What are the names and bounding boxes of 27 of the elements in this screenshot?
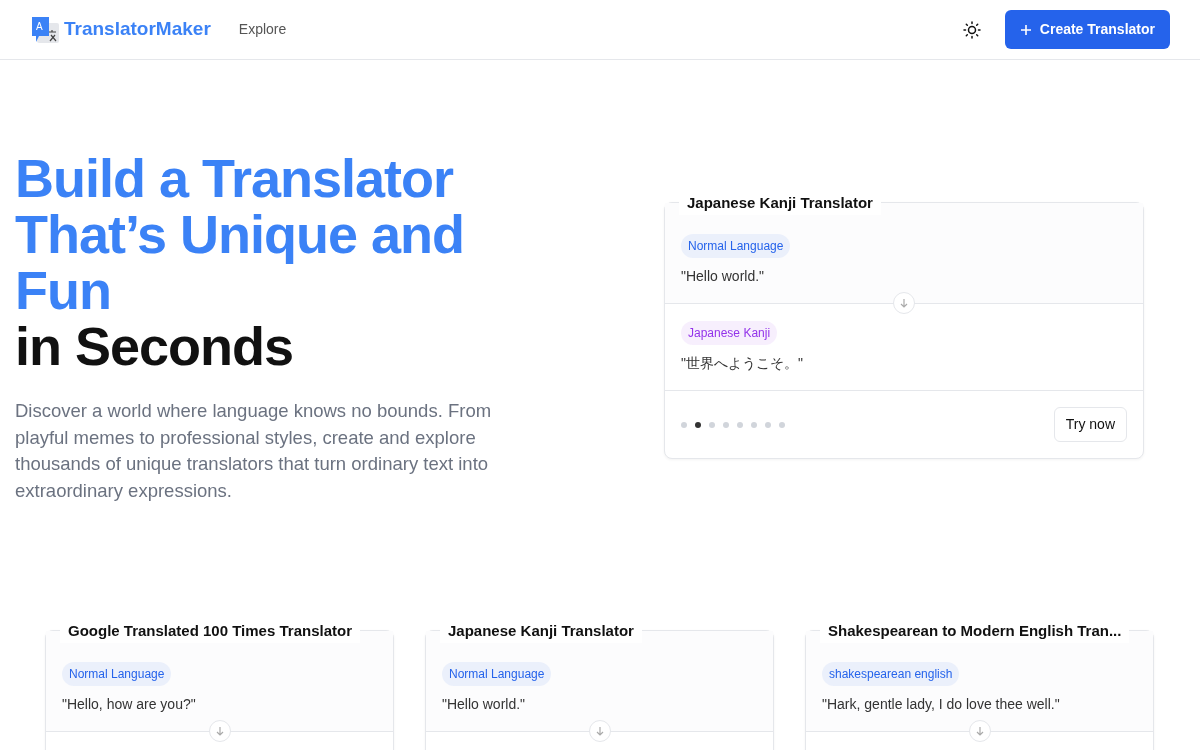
- sample-text: "世界へようこそ。": [681, 354, 804, 373]
- carousel-dot[interactable]: [709, 421, 715, 428]
- hero-heading: Build a Translator That’s Unique and Fun: [15, 150, 465, 318]
- language-tag: shakespearean english: [822, 662, 960, 686]
- sample-text: "Hark, gentle lady, I do love thee well.": [822, 695, 1061, 714]
- language-tag: Normal Language: [62, 662, 172, 686]
- carousel-dot[interactable]: [765, 421, 771, 428]
- hero-heading: in Seconds: [15, 318, 295, 374]
- language-tag: Normal Language: [442, 662, 552, 686]
- plus-icon: [1019, 23, 1032, 36]
- carousel-dot[interactable]: [681, 421, 687, 428]
- create-translator-button[interactable]: Create Translator: [1004, 10, 1170, 49]
- sample-text: "Hello world.": [442, 695, 527, 714]
- carousel-dot[interactable]: [751, 421, 757, 428]
- brand-name[interactable]: TranslatorMaker: [64, 15, 211, 44]
- carousel-dot[interactable]: [723, 421, 729, 428]
- try-now-button[interactable]: Try now: [1053, 407, 1127, 442]
- language-tag: Normal Language: [681, 234, 791, 258]
- sun-icon[interactable]: [962, 20, 981, 39]
- sample-text: "Hello world.": [681, 267, 766, 286]
- explore-link[interactable]: Explore: [238, 19, 287, 40]
- hero-description: Discover a world where language knows no bounds. From playful memes to professional styles, create and explore thousands of unique translators that turn ordinary text into extraordinary expressions.: [15, 399, 493, 503]
- carousel-dot[interactable]: [779, 421, 785, 428]
- carousel-dot[interactable]: [695, 421, 701, 428]
- language-tag: Japanese Kanji: [681, 321, 778, 345]
- sample-text: "Hello, how are you?": [62, 695, 197, 714]
- carousel-dot[interactable]: [737, 421, 743, 428]
